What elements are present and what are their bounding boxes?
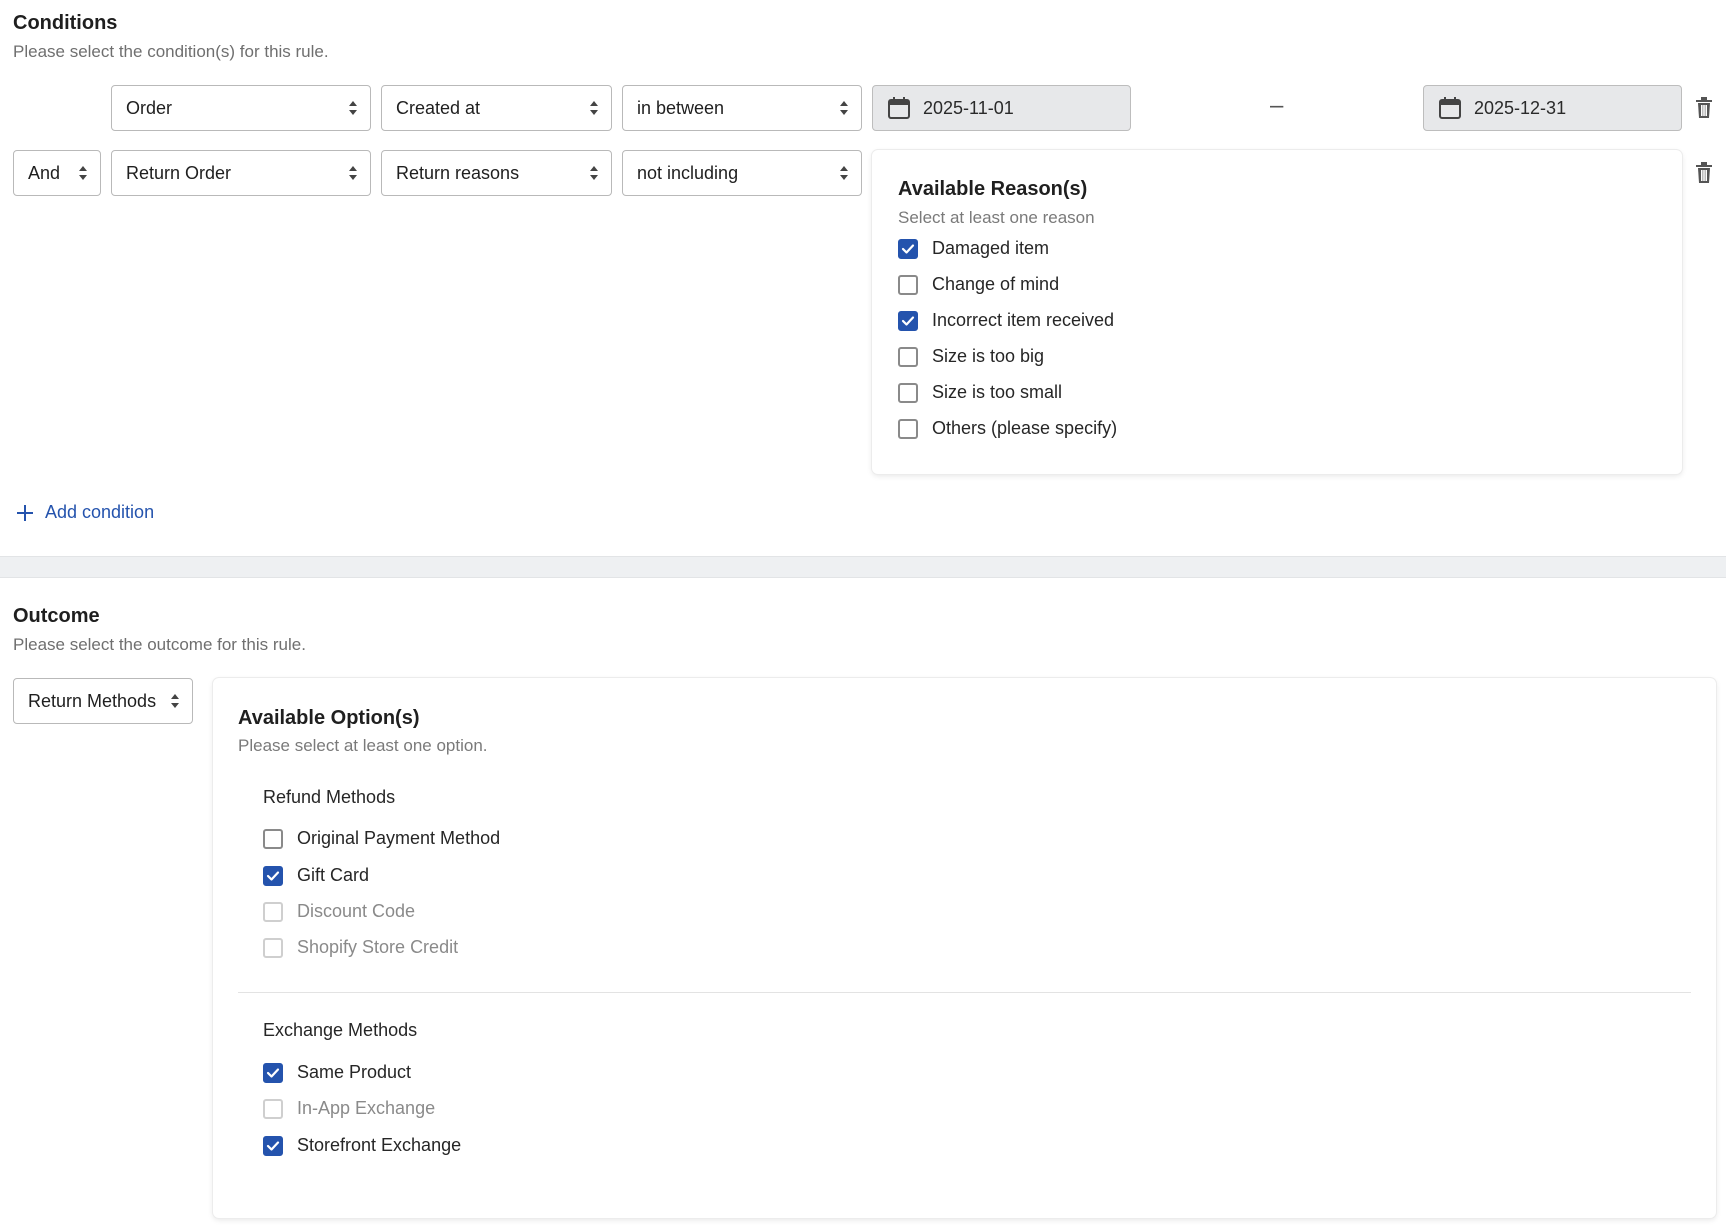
- select-value: not including: [637, 162, 739, 183]
- option-label: Gift Card: [297, 865, 370, 885]
- date-from-input[interactable]: 2025-11-01: [872, 85, 1131, 131]
- exchange-in-app-exchange: In-App Exchange: [263, 1098, 435, 1119]
- outcome-subtitle: Please select the outcome for this rule.: [13, 635, 306, 654]
- date-range-separator: –: [1270, 92, 1284, 119]
- checkbox-disabled: [263, 901, 283, 922]
- condition-1-operator-select[interactable]: in between: [622, 85, 862, 131]
- option-label: Storefront Exchange: [297, 1135, 462, 1155]
- select-value: Return Order: [126, 162, 232, 183]
- select-value: Return reasons: [396, 162, 520, 183]
- reasons-panel-subtitle: Select at least one reason: [898, 208, 1095, 227]
- reason-label: Size is too big: [932, 346, 1045, 366]
- select-value: And: [28, 162, 61, 183]
- exchange-same-product[interactable]: Same Product: [263, 1062, 411, 1083]
- option-label: Discount Code: [297, 901, 416, 921]
- refund-discount-code: Discount Code: [263, 901, 415, 922]
- condition-1-field-select[interactable]: Created at: [381, 85, 612, 131]
- add-condition-button[interactable]: Add condition: [17, 502, 154, 523]
- reason-size-too-small[interactable]: Size is too small: [898, 382, 1062, 403]
- add-condition-label: Add condition: [45, 502, 155, 522]
- refund-original-payment-method[interactable]: Original Payment Method: [263, 828, 500, 849]
- sort-arrows-icon: [171, 694, 179, 708]
- checkbox-checked[interactable]: [898, 238, 918, 259]
- options-divider: [238, 992, 1691, 993]
- check-icon: [901, 243, 915, 254]
- checkbox-checked[interactable]: [263, 1135, 283, 1156]
- reason-label: Others (please specify): [932, 418, 1118, 438]
- reason-change-of-mind[interactable]: Change of mind: [898, 274, 1059, 295]
- checkbox-disabled: [263, 1098, 283, 1119]
- exchange-storefront-exchange[interactable]: Storefront Exchange: [263, 1135, 461, 1156]
- checkbox-checked[interactable]: [898, 310, 918, 331]
- available-reasons-panel: Available Reason(s) Select at least one …: [872, 150, 1682, 474]
- refund-gift-card[interactable]: Gift Card: [263, 865, 369, 886]
- reason-label: Incorrect item received: [932, 310, 1115, 330]
- option-label: In-App Exchange: [297, 1098, 436, 1118]
- select-value: Created at: [396, 97, 481, 118]
- condition-2-object-select[interactable]: Return Order: [111, 150, 371, 196]
- checkbox-unchecked[interactable]: [898, 274, 918, 295]
- checkbox-unchecked[interactable]: [898, 418, 918, 439]
- option-label: Shopify Store Credit: [297, 937, 459, 957]
- delete-condition-1-trash-icon[interactable]: [1695, 97, 1713, 119]
- reason-damaged-item[interactable]: Damaged item: [898, 238, 1049, 259]
- date-to-input[interactable]: 2025-12-31: [1423, 85, 1682, 131]
- checkbox-disabled: [263, 937, 283, 958]
- reason-others[interactable]: Others (please specify): [898, 418, 1117, 439]
- outcome-type-select[interactable]: Return Methods: [13, 678, 193, 724]
- reason-label: Size is too small: [932, 382, 1063, 402]
- select-value: Return Methods: [28, 690, 157, 711]
- exchange-methods-label: Exchange Methods: [263, 1020, 418, 1040]
- sort-arrows-icon: [840, 166, 848, 180]
- sort-arrows-icon: [349, 166, 357, 180]
- check-icon: [266, 1140, 280, 1151]
- date-to-value: 2025-12-31: [1474, 97, 1567, 118]
- option-label: Original Payment Method: [297, 828, 501, 848]
- sort-arrows-icon: [79, 166, 87, 180]
- refund-shopify-store-credit: Shopify Store Credit: [263, 937, 458, 958]
- sort-arrows-icon: [590, 166, 598, 180]
- reason-label: Damaged item: [932, 238, 1050, 258]
- check-icon: [266, 1067, 280, 1078]
- conditions-title: Conditions: [13, 12, 118, 34]
- sort-arrows-icon: [349, 101, 357, 115]
- sort-arrows-icon: [590, 101, 598, 115]
- checkbox-checked[interactable]: [263, 1062, 283, 1083]
- checkbox-unchecked[interactable]: [263, 828, 283, 849]
- check-icon: [266, 870, 280, 881]
- checkbox-unchecked[interactable]: [898, 382, 918, 403]
- calendar-icon: [888, 96, 910, 119]
- reason-label: Change of mind: [932, 274, 1060, 294]
- conditions-subtitle: Please select the condition(s) for this …: [13, 42, 329, 61]
- condition-2-field-select[interactable]: Return reasons: [381, 150, 612, 196]
- options-panel-subtitle: Please select at least one option.: [238, 736, 488, 755]
- date-from-value: 2025-11-01: [923, 97, 1014, 118]
- sort-arrows-icon: [840, 101, 848, 115]
- select-value: in between: [637, 97, 725, 118]
- outcome-title: Outcome: [13, 605, 100, 627]
- section-divider: [0, 556, 1726, 578]
- check-icon: [901, 315, 915, 326]
- select-value: Order: [126, 97, 173, 118]
- refund-methods-label: Refund Methods: [263, 787, 396, 807]
- reasons-panel-title: Available Reason(s): [898, 178, 1088, 200]
- plus-icon: [17, 504, 33, 521]
- checkbox-unchecked[interactable]: [898, 346, 918, 367]
- condition-2-conjunction-select[interactable]: And: [13, 150, 101, 196]
- available-options-panel: Available Option(s) Please select at lea…: [213, 678, 1716, 1218]
- reason-size-too-big[interactable]: Size is too big: [898, 346, 1044, 367]
- option-label: Same Product: [297, 1062, 412, 1082]
- reason-incorrect-item-received[interactable]: Incorrect item received: [898, 310, 1114, 331]
- delete-condition-2-trash-icon[interactable]: [1695, 162, 1713, 184]
- condition-2-operator-select[interactable]: not including: [622, 150, 862, 196]
- checkbox-checked[interactable]: [263, 865, 283, 886]
- calendar-icon: [1439, 96, 1461, 119]
- condition-1-object-select[interactable]: Order: [111, 85, 371, 131]
- options-panel-title: Available Option(s): [238, 707, 420, 729]
